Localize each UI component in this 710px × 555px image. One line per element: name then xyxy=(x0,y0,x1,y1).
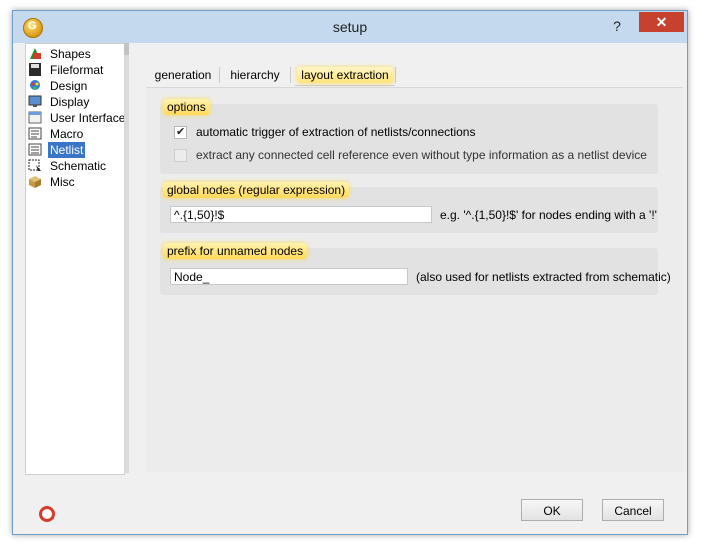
auto-trigger-checkbox[interactable] xyxy=(174,124,187,140)
extract-any-checkbox[interactable] xyxy=(174,149,187,162)
ok-button[interactable]: OK xyxy=(521,499,583,521)
tree-scrollbar-thumb[interactable] xyxy=(124,43,129,55)
global-nodes-title: global nodes (regular expression) xyxy=(163,182,350,198)
box-icon xyxy=(29,176,41,188)
user-interface-icon xyxy=(28,111,42,124)
macro-icon xyxy=(28,127,42,140)
help-button[interactable]: ? xyxy=(607,16,627,36)
global-nodes-input[interactable] xyxy=(170,206,432,223)
cancel-button[interactable]: Cancel xyxy=(602,499,664,521)
extract-any-label: extract any connected cell reference eve… xyxy=(196,148,647,162)
category-tree[interactable]: Shapes Fileformat Design Display User In… xyxy=(25,43,125,475)
auto-trigger-label: automatic trigger of extraction of netli… xyxy=(196,125,476,139)
dialog-body: Shapes Fileformat Design Display User In… xyxy=(13,43,687,534)
close-button[interactable]: ✕ xyxy=(639,12,684,32)
prefix-input[interactable] xyxy=(170,268,408,285)
help-lifebuoy-icon[interactable] xyxy=(39,506,55,522)
tab-separator xyxy=(395,67,396,83)
tab-hierarchy[interactable]: hierarchy xyxy=(227,65,283,85)
window-title: setup xyxy=(332,19,368,35)
global-nodes-group: global nodes (regular expression) e.g. '… xyxy=(160,182,658,233)
tree-scrollbar[interactable] xyxy=(124,43,129,473)
schematic-icon xyxy=(28,159,41,171)
title-bar[interactable]: G setup ? ✕ xyxy=(13,11,687,43)
design-icon xyxy=(30,80,40,90)
options-title: options xyxy=(163,99,210,115)
options-group: options automatic trigger of extraction … xyxy=(160,99,658,174)
display-icon xyxy=(28,95,42,107)
prefix-group: prefix for unnamed nodes (also used for … xyxy=(160,243,671,295)
tab-separator xyxy=(219,67,220,83)
shapes-icon xyxy=(30,48,41,59)
global-nodes-hint: e.g. '^.{1,50}!$' for nodes ending with … xyxy=(440,208,657,222)
tab-layout-extraction[interactable]: layout extraction xyxy=(295,65,395,86)
tab-separator xyxy=(290,67,291,83)
floppy-disk-icon xyxy=(29,63,41,76)
prefix-hint: (also used for netlists extracted from s… xyxy=(416,270,671,284)
layout-extraction-panel: options automatic trigger of extraction … xyxy=(146,87,683,472)
setup-dialog: G setup ? ✕ Shapes Fileformat Design Dis… xyxy=(12,10,688,535)
netlist-icon xyxy=(28,143,42,156)
prefix-title: prefix for unnamed nodes xyxy=(163,243,308,259)
tab-generation[interactable]: generation xyxy=(153,65,213,85)
